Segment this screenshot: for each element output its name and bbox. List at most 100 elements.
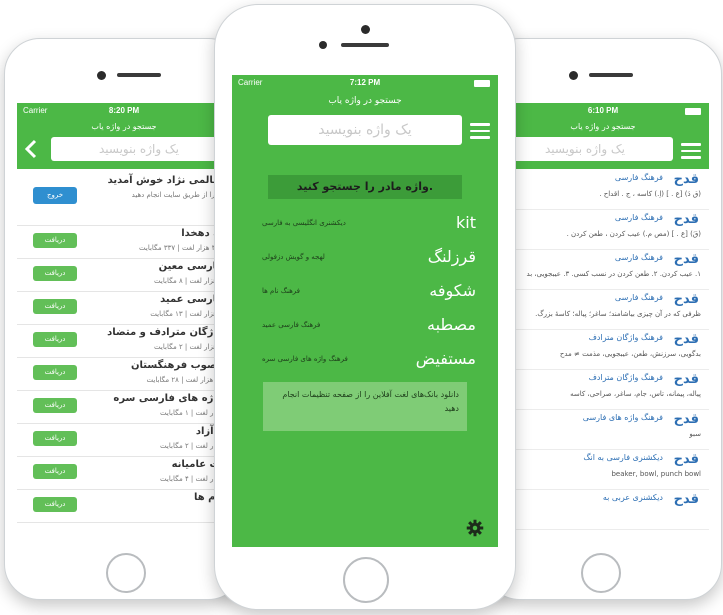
search-input[interactable]: یک واژه بنویسید [51, 137, 227, 161]
download-button[interactable]: دریافت [33, 365, 77, 380]
list-item: دریافتفارسی معین۴ هزار لغت | ۸ مگابایت [17, 258, 231, 292]
status-time: 6:10 PM [587, 106, 619, 115]
back-button[interactable] [21, 137, 41, 161]
left-status-bar: Carrier 8:20 PM [17, 103, 231, 121]
offline-download-note: دانلود بانک‌های لغت آفلاین را از صفحه تن… [263, 382, 467, 431]
result-item[interactable]: قدح فرهنگ فارسی (ق دَ) [ع . ] (اِ.) کاسه ،… [497, 169, 709, 210]
result-item[interactable]: قدح فرهنگ واژگان مترادف بدگویی، سرزنش، طعن… [497, 329, 709, 370]
home-button[interactable] [343, 557, 389, 603]
suggestion-source: فرهنگ واژه های فارسی سره [262, 355, 348, 363]
download-button[interactable]: دریافت [33, 332, 77, 347]
suggestion-word: مستفیض [415, 349, 476, 368]
suggestion-item[interactable]: kit دیکشنری انگلیسی به فارسی [262, 209, 476, 243]
result-word: قدح [673, 492, 699, 507]
download-button[interactable]: دریافت [33, 398, 77, 413]
suggestion-word: شکوفه [429, 281, 476, 300]
center-screen: Carrier 7:12 PM جستجو در واژه یاب یک واژ… [232, 75, 498, 547]
result-word: قدح [673, 452, 699, 467]
camera-icon [361, 25, 370, 34]
result-dictionary: دیکشنری عربی به [602, 493, 663, 502]
suggestion-item[interactable]: مصطبه فرهنگ فارسی عمید [262, 311, 476, 345]
results-list: قدح فرهنگ فارسی (ق دَ) [ع . ] (اِ.) کاسه ،… [497, 169, 709, 559]
result-dictionary: فرهنگ فارسی [614, 253, 663, 262]
camera-icon [97, 71, 106, 80]
result-definition: بدگویی، سرزنش، طعن، عیبجویی، مذمت ≠ مدح [559, 350, 701, 358]
list-item: دریافتنه دهخدا۳۲۷ هزار لغت | ۳۳۷ مگابایت [17, 225, 231, 259]
result-item[interactable]: قدح فرهنگ واژگان مترادف پیاله، پیمانه، تاس… [497, 369, 709, 410]
speaker-grille [117, 73, 161, 77]
result-item[interactable]: قدح فرهنگ فارسی ۱. عیب کردن. ۲. طعن کردن د… [497, 249, 709, 290]
result-word: قدح [673, 332, 699, 347]
result-word: قدح [673, 252, 699, 267]
home-button[interactable] [106, 553, 146, 593]
app-subtitle: جستجو در واژه یاب [91, 122, 157, 131]
center-phone: Carrier 7:12 PM جستجو در واژه یاب یک واژ… [214, 4, 516, 610]
suggestion-word: مصطبه [427, 315, 476, 334]
list-item: دریافتفارسی عمید۲ هزار لغت | ۱۳ مگابایت [17, 291, 231, 325]
result-dictionary: فرهنگ فارسی [614, 173, 663, 182]
result-definition: ظرفی که در آن چیزی بیاشامند؛ ساغر؛ پیاله… [535, 310, 701, 318]
result-definition: ۱. عیب کردن. ۲. طعن کردن در نسب کسی. ۳. … [526, 270, 701, 278]
dictionary-title: واژگان مترادف و متضاد [107, 327, 223, 338]
result-item[interactable]: قدح فرهنگ فارسی (قَ) [ع . ] (مص م.) عیب کر… [497, 209, 709, 250]
logout-button[interactable]: خروج [33, 187, 77, 204]
dictionary-meta: ۴ هزار لغت | ۸ مگابایت [154, 277, 223, 285]
result-item[interactable]: قدح فرهنگ فارسی ظرفی که در آن چیزی بیاشامن… [497, 289, 709, 330]
suggestion-item[interactable]: مستفیض فرهنگ واژه های فارسی سره [262, 345, 476, 379]
result-definition: سبو [689, 430, 701, 438]
center-status-bar: Carrier 7:12 PM [232, 75, 498, 93]
dictionary-meta: ۲ هزار لغت | ۱۳ مگابایت [150, 310, 223, 318]
suggestion-item[interactable]: شکوفه فرهنگ نام ها [262, 277, 476, 311]
result-dictionary: دیکشنری فارسی به انگ [583, 453, 663, 462]
right-app-bar: 6:10 PM جستجو در واژه یاب یک واژه بنویسی… [497, 103, 709, 169]
result-word: قدح [673, 372, 699, 387]
hamburger-menu-icon[interactable] [470, 123, 490, 139]
right-status-bar: 6:10 PM [497, 103, 709, 121]
download-button[interactable]: دریافت [33, 233, 77, 248]
download-button[interactable]: دریافت [33, 299, 77, 314]
result-word: قدح [673, 172, 699, 187]
download-button[interactable]: دریافت [33, 266, 77, 281]
result-item[interactable]: قدح دیکشنری عربی به [497, 489, 709, 530]
result-definition: (ق دَ) [ع . ] (اِ.) کاسه ، ج . اقداح . [599, 190, 701, 198]
right-screen: 6:10 PM جستجو در واژه یاب یک واژه بنویسی… [497, 103, 709, 559]
gear-icon[interactable] [466, 519, 484, 537]
list-item: دریافت نام ها [17, 489, 231, 523]
app-subtitle: جستجو در واژه یاب [570, 122, 636, 131]
result-dictionary: فرهنگ واژه های فارسی [582, 413, 663, 422]
front-camera-icon [319, 41, 327, 49]
dictionary-title: مصوب فرهنگستان [131, 360, 223, 371]
result-dictionary: فرهنگ فارسی [614, 213, 663, 222]
result-item[interactable]: قدح فرهنگ واژه های فارسی سبو [497, 409, 709, 450]
dictionary-list: سالمی نژاد خوش آمدید ها را از طریق سایت … [17, 169, 231, 559]
result-definition: beaker, bowl, punch bowl [611, 470, 701, 478]
suggestion-source: فرهنگ نام ها [262, 287, 300, 295]
home-button[interactable] [581, 553, 621, 593]
result-definition: (قَ) [ع . ] (مص م.) عیب کردن ، طعن کردن … [566, 230, 701, 238]
search-prompt-banner: واژه مادر را جستجو کنید. [268, 175, 462, 199]
welcome-row: سالمی نژاد خوش آمدید ها را از طریق سایت … [17, 169, 231, 226]
status-time: 8:20 PM [108, 106, 140, 115]
suggestion-item[interactable]: قرزلنگ لهجه و گویش دزفولی [262, 243, 476, 277]
welcome-subtext: ها را از طریق سایت انجام دهید [131, 191, 223, 199]
download-button[interactable]: دریافت [33, 497, 77, 512]
search-input[interactable]: یک واژه بنویسید [497, 137, 673, 161]
suggestion-word: قرزلنگ [427, 247, 476, 266]
result-definition: پیاله، پیمانه، تاس، جام، ساغر، صراحی، کا… [570, 390, 701, 398]
list-item: دریافت ه آزاد هزار لغت | ۲ مگابایت [17, 423, 231, 457]
list-item: دریافت واژه های فارسی سره هزار لغت | ۱ مگا… [17, 390, 231, 424]
app-subtitle: جستجو در واژه یاب [328, 96, 402, 106]
battery-icon [474, 80, 490, 87]
left-app-bar: Carrier 8:20 PM جستجو در واژه یاب یک واژ… [17, 103, 231, 169]
search-input[interactable]: یک واژه بنویسید [268, 115, 462, 145]
battery-icon [685, 108, 701, 115]
download-button[interactable]: دریافت [33, 464, 77, 479]
download-button[interactable]: دریافت [33, 431, 77, 446]
result-word: قدح [673, 412, 699, 427]
suggestion-word: kit [456, 213, 476, 232]
list-item: دریافت ات عامیانه هزار لغت | ۴ مگابایت [17, 456, 231, 490]
result-item[interactable]: قدح دیکشنری فارسی به انگ beaker, bowl, pun… [497, 449, 709, 490]
hamburger-menu-icon[interactable] [681, 143, 701, 159]
left-phone: Carrier 8:20 PM جستجو در واژه یاب یک واژ… [4, 38, 244, 600]
status-time: 7:12 PM [349, 78, 381, 87]
